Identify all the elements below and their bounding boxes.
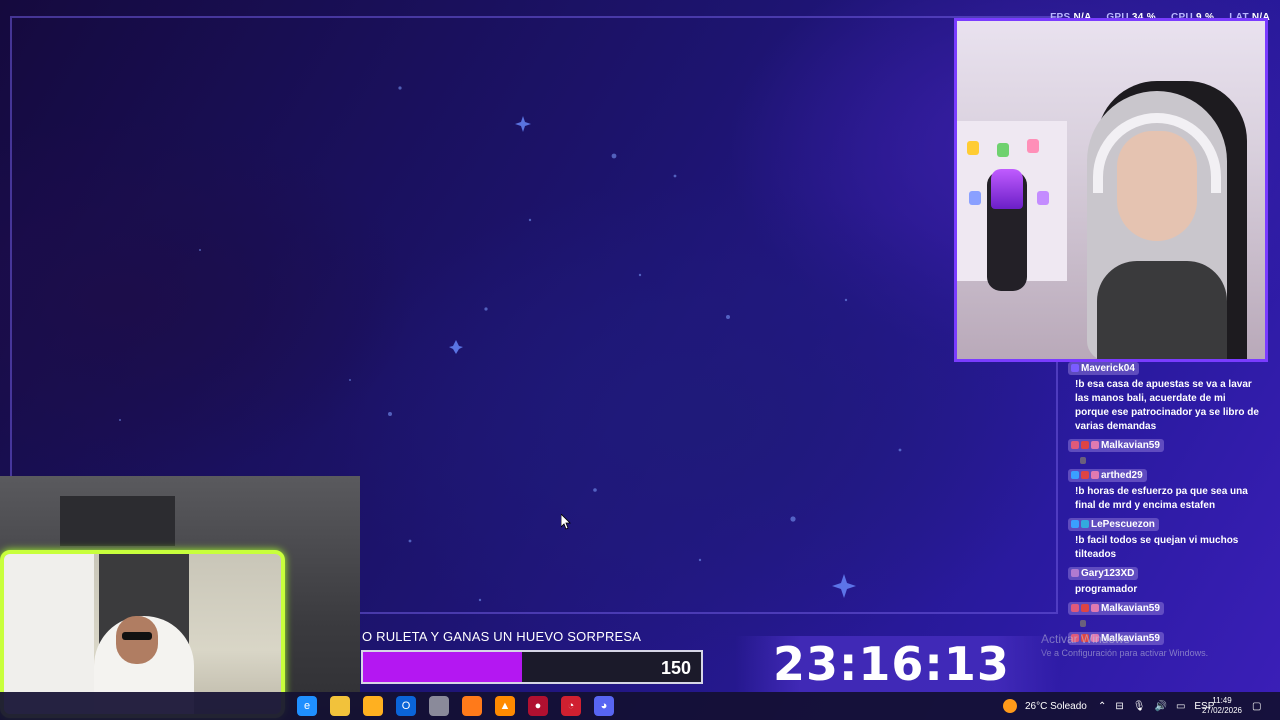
- watermark-title: Activar Windows: [1041, 632, 1130, 646]
- chat-username: Maverick04: [1068, 362, 1139, 375]
- chat-message-text: !b facil todos se quejan vi muchos tilte…: [1075, 535, 1239, 560]
- firefox-icon[interactable]: [462, 696, 482, 716]
- chat-badge-icon: [1071, 364, 1079, 373]
- vlc-icon[interactable]: ▲: [495, 696, 515, 716]
- chat-message-text: programador: [1075, 584, 1138, 595]
- discord-icon[interactable]: ◕: [594, 696, 614, 716]
- chat-message: Malkavian59: [1068, 602, 1268, 627]
- chat-message: arthed29 !b horas de esfuerzo pa que sea…: [1068, 469, 1268, 513]
- system-tray: ⌃ ⊟ 🎙 🔊 ▭ ESP: [1098, 692, 1214, 720]
- chat-message: Maverick04 !b esa casa de apuestas se va…: [1068, 362, 1268, 434]
- clock[interactable]: 11:49 27/02/2026: [1200, 692, 1244, 720]
- chat-username-text: Maverick04: [1081, 363, 1135, 374]
- windows-activation-watermark: Activar Windows Ve a Configuración para …: [1041, 632, 1208, 658]
- app-icon[interactable]: [429, 696, 449, 716]
- clock-date: 27/02/2026: [1201, 706, 1243, 715]
- chat-username: LePescuezon: [1068, 518, 1159, 531]
- edge-icon[interactable]: e: [297, 696, 317, 716]
- chat-badge-icon: [1071, 604, 1079, 613]
- microphone-head: [991, 169, 1023, 209]
- store-icon[interactable]: [363, 696, 383, 716]
- chat-message-text: !b horas de esfuerzo pa que sea una fina…: [1075, 486, 1248, 511]
- goal-title: O RULETA Y GANAS UN HUEVO SORPRESA: [362, 629, 642, 644]
- microphone-icon[interactable]: 🎙: [1133, 701, 1146, 712]
- sun-icon: [1003, 699, 1017, 713]
- streamer-webcam: [954, 18, 1268, 362]
- app-gauge-icon[interactable]: ◔: [561, 696, 581, 716]
- chat-username-text: Gary123XD: [1081, 568, 1135, 579]
- watermark-subtitle: Ve a Configuración para activar Windows.: [1041, 648, 1209, 658]
- chat-panel: Maverick04 !b esa casa de apuestas se va…: [1068, 362, 1268, 672]
- chat-badge-icon: [1091, 604, 1099, 613]
- obs-icon[interactable]: ●: [528, 696, 548, 716]
- chat-badge-icon: [1081, 604, 1089, 613]
- chat-username-text: Malkavian59: [1101, 603, 1160, 614]
- chat-username: Gary123XD: [1068, 567, 1139, 580]
- chat-message-text: !b esa casa de apuestas se va a lavar la…: [1075, 379, 1259, 432]
- chat-badge-icon: [1081, 471, 1089, 480]
- chat-badge-icon: [1071, 471, 1079, 480]
- chat-badge-icon: [1071, 569, 1079, 578]
- stream-timer: 23:16:13: [773, 637, 1010, 691]
- notifications-icon[interactable]: ▢: [1252, 692, 1261, 720]
- weather-text: 26°C Soleado: [1025, 700, 1087, 712]
- guest-shelves: [4, 554, 94, 714]
- chat-username-text: Malkavian59: [1101, 440, 1160, 451]
- wall-panel: [60, 496, 175, 546]
- chat-badge-icon: [1091, 441, 1099, 450]
- streamer-shirt: [1097, 261, 1227, 359]
- goal-progress-bar: 150: [361, 650, 703, 684]
- outlook-icon[interactable]: O: [396, 696, 416, 716]
- chat-badge-icon: [1091, 471, 1099, 480]
- chat-username: Malkavian59: [1068, 439, 1164, 452]
- mouse-cursor-icon: [561, 514, 571, 530]
- chat-username-text: arthed29: [1101, 470, 1143, 481]
- emote-icon: [1080, 457, 1086, 464]
- chat-username-text: LePescuezon: [1091, 519, 1155, 530]
- chat-badge-icon: [1071, 441, 1079, 450]
- chat-badge-icon: [1071, 520, 1079, 529]
- network-icon[interactable]: ⊟: [1115, 701, 1123, 712]
- chat-message: Gary123XD programador: [1068, 567, 1268, 597]
- sunglasses: [122, 632, 152, 640]
- chevron-up-icon[interactable]: ⌃: [1098, 701, 1106, 712]
- chat-username: arthed29: [1068, 469, 1147, 482]
- chat-badge-icon: [1081, 441, 1089, 450]
- weather-widget[interactable]: 26°C Soleado: [1003, 692, 1087, 720]
- battery-icon[interactable]: ▭: [1176, 701, 1185, 712]
- clock-time: 11:49: [1212, 696, 1232, 705]
- guest-head: [116, 616, 158, 664]
- chat-username: Malkavian59: [1068, 602, 1164, 615]
- speaker-icon[interactable]: 🔊: [1154, 701, 1166, 712]
- goal-value: 150: [660, 658, 691, 678]
- chat-message: Malkavian59: [1068, 439, 1268, 464]
- windows-taskbar: e O ▲ ● ◔ ◕ 26°C Soleado ⌃ ⊟ 🎙 🔊 ▭ ESP 11:49 …: [0, 692, 1280, 720]
- chat-message: LePescuezon !b facil todos se quejan vi …: [1068, 518, 1268, 562]
- goal-progress-fill: [363, 652, 522, 682]
- emote-icon: [1080, 620, 1086, 627]
- file-explorer-icon[interactable]: [330, 696, 350, 716]
- chat-badge-icon: [1081, 520, 1089, 529]
